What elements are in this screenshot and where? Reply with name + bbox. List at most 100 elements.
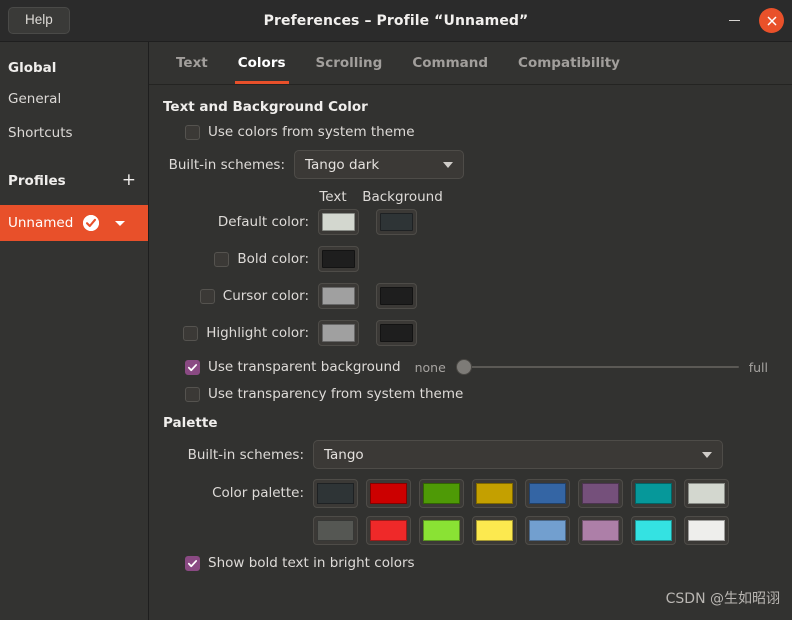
checkbox-box [183, 325, 199, 341]
tab-command[interactable]: Command [397, 42, 503, 84]
check-circle-icon [83, 215, 100, 231]
chevron-down-icon [443, 161, 453, 168]
color-palette-row: Color palette: [163, 479, 776, 545]
swatch-fill [322, 287, 355, 305]
palette-color-swatch[interactable] [631, 516, 676, 545]
highlight-color-checkbox[interactable]: Highlight color: [183, 325, 309, 341]
palette-color-swatch[interactable] [472, 516, 517, 545]
palette-row-bright [313, 516, 729, 545]
sidebar-item-shortcuts[interactable]: Shortcuts [0, 116, 148, 150]
section-title-text-background: Text and Background Color [163, 99, 368, 115]
palette-builtin-schemes-dropdown[interactable]: Tango [313, 440, 723, 469]
swatch-fill [635, 520, 672, 541]
default-color-label: Default color: [217, 214, 309, 230]
use-colors-from-system-theme-label: Use colors from system theme [208, 124, 415, 140]
use-colors-from-system-theme-checkbox[interactable]: Use colors from system theme [185, 124, 415, 140]
tab-colors[interactable]: Colors [223, 42, 301, 84]
builtin-schemes-value: Tango dark [305, 156, 380, 173]
show-bold-text-in-bright-colors-checkbox[interactable]: Show bold text in bright colors [185, 555, 415, 571]
builtin-schemes-row: Built-in schemes: Tango dark [163, 150, 776, 179]
default-color-row: Default color: [163, 209, 776, 235]
palette-color-swatch[interactable] [419, 479, 464, 508]
bold-text-color-swatch[interactable] [318, 246, 359, 272]
bold-bright-row: Show bold text in bright colors [185, 555, 776, 571]
palette-color-swatch[interactable] [313, 479, 358, 508]
tab-compatibility[interactable]: Compatibility [503, 42, 635, 84]
cursor-background-color-swatch[interactable] [376, 283, 417, 309]
checkbox-box [185, 124, 200, 140]
palette-builtin-schemes-value: Tango [324, 446, 364, 463]
swatch-fill [529, 483, 566, 504]
palette-color-swatch[interactable] [313, 516, 358, 545]
builtin-schemes-label: Built-in schemes: [168, 156, 285, 173]
swatch-fill [688, 520, 725, 541]
palette-color-swatch[interactable] [525, 516, 570, 545]
palette-color-swatch[interactable] [366, 516, 411, 545]
window-controls [721, 8, 784, 34]
use-transparency-from-system-theme-checkbox[interactable]: Use transparency from system theme [185, 386, 463, 402]
swatch-fill [322, 250, 355, 268]
palette-color-swatch[interactable] [366, 479, 411, 508]
sidebar-header-profiles: Profiles + [0, 164, 148, 197]
column-header-background: Background [362, 189, 443, 205]
swatch-fill [380, 213, 413, 231]
palette-color-swatch[interactable] [578, 516, 623, 545]
highlight-text-color-swatch[interactable] [318, 320, 359, 346]
highlight-background-color-swatch[interactable] [376, 320, 417, 346]
section-title-palette: Palette [163, 415, 218, 431]
use-transparent-background-label: Use transparent background [208, 359, 401, 375]
watermark-text: CSDN @生如昭诩 [665, 591, 780, 607]
window-title: Preferences – Profile “Unnamed” [263, 12, 529, 29]
tab-text[interactable]: Text [161, 42, 223, 84]
swatch-fill [317, 520, 354, 541]
cursor-color-label: Cursor color: [222, 288, 309, 304]
chevron-down-icon[interactable] [115, 220, 126, 226]
slider-track[interactable] [455, 358, 739, 376]
slider-max-label: full [748, 359, 768, 375]
palette-builtin-schemes-label: Built-in schemes: [187, 446, 304, 463]
close-icon [767, 16, 776, 25]
close-button[interactable] [759, 8, 784, 33]
palette-color-swatch[interactable] [472, 479, 517, 508]
palette-color-swatch[interactable] [631, 479, 676, 508]
tab-scrolling[interactable]: Scrolling [301, 42, 398, 84]
palette-color-swatch[interactable] [525, 479, 570, 508]
palette-color-swatch[interactable] [419, 516, 464, 545]
sidebar-item-general[interactable]: General [0, 82, 148, 116]
color-column-headers: Text Background [163, 189, 776, 205]
builtin-schemes-dropdown[interactable]: Tango dark [294, 150, 464, 179]
cursor-color-row: Cursor color: [163, 283, 776, 309]
palette-row-normal [313, 479, 729, 508]
swatch-fill [582, 520, 619, 541]
swatch-fill [476, 483, 513, 504]
sidebar-item-profile-unnamed[interactable]: Unnamed [0, 205, 148, 241]
checkbox-box [185, 555, 200, 571]
cursor-color-checkbox[interactable]: Cursor color: [199, 288, 309, 304]
default-background-color-swatch[interactable] [376, 209, 417, 235]
minimize-icon [728, 19, 740, 22]
swatch-fill [476, 520, 513, 541]
use-transparent-background-checkbox[interactable]: Use transparent background [185, 359, 401, 375]
swatch-fill [317, 483, 354, 504]
slider-handle[interactable] [455, 359, 472, 375]
swatch-fill [370, 520, 407, 541]
help-button[interactable]: Help [8, 7, 70, 34]
checkbox-box [185, 359, 200, 375]
transparency-slider[interactable]: none full [415, 358, 768, 376]
bold-color-checkbox[interactable]: Bold color: [214, 251, 309, 267]
palette-color-swatch[interactable] [684, 516, 729, 545]
content-area: Text Colors Scrolling Command Compatibil… [149, 42, 792, 620]
swatch-fill [423, 520, 460, 541]
highlight-color-label: Highlight color: [206, 325, 309, 341]
minimize-button[interactable] [721, 8, 747, 34]
palette-color-swatch[interactable] [578, 479, 623, 508]
add-profile-icon[interactable]: + [122, 172, 136, 189]
show-bold-text-in-bright-colors-label: Show bold text in bright colors [208, 555, 415, 571]
color-palette-label: Color palette: [212, 485, 304, 501]
sidebar-header-global: Global [8, 60, 57, 76]
profile-name-label: Unnamed [8, 215, 74, 231]
transparent-background-row: Use transparent background none full [185, 358, 768, 376]
cursor-text-color-swatch[interactable] [318, 283, 359, 309]
palette-color-swatch[interactable] [684, 479, 729, 508]
default-text-color-swatch[interactable] [318, 209, 359, 235]
